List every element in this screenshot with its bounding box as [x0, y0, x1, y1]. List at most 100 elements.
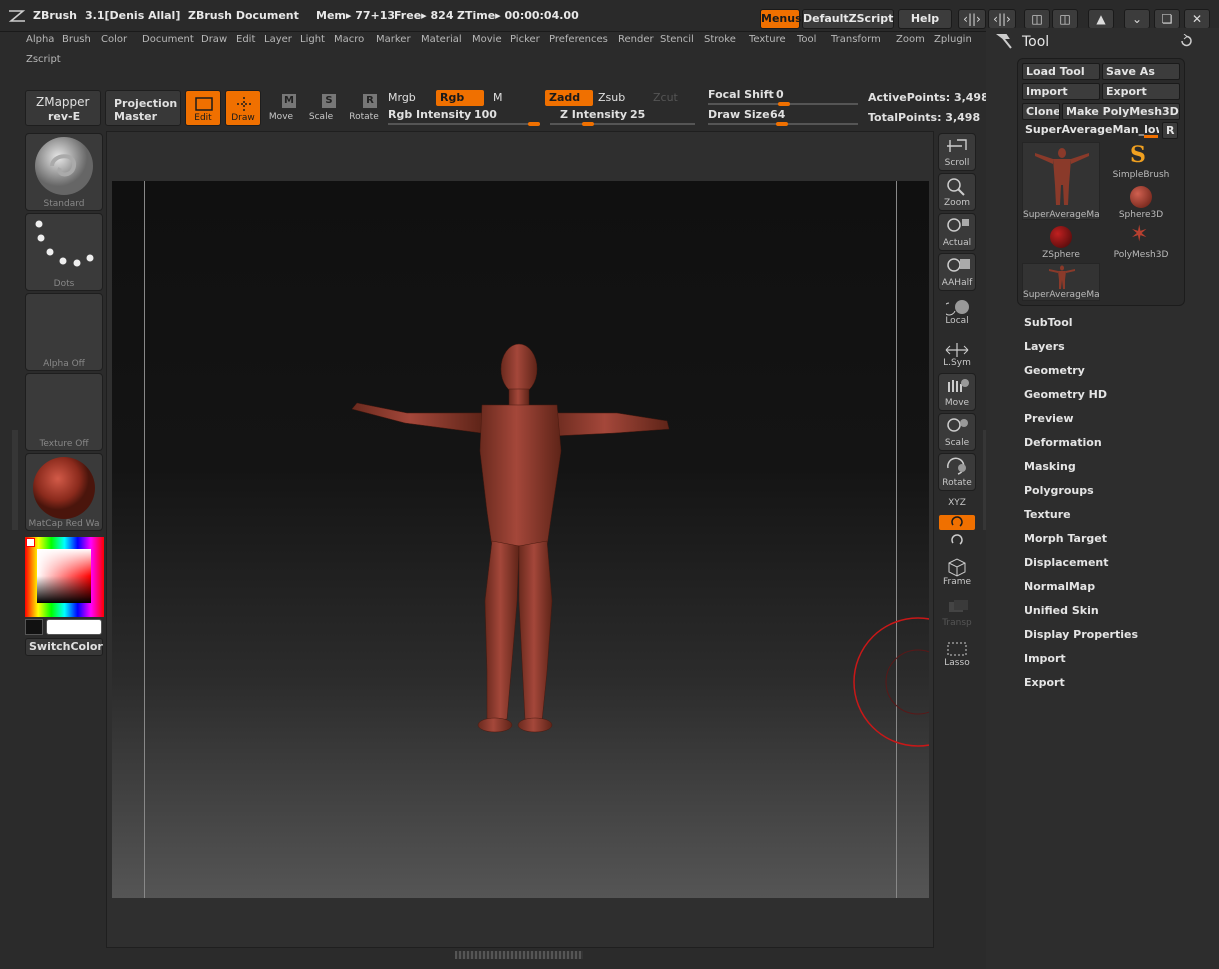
projection-master-button[interactable]: Projection Master	[105, 90, 181, 126]
aahalf-button[interactable]: AAHalf	[938, 253, 976, 291]
texture-selector[interactable]: Texture Off	[25, 373, 103, 451]
m-button[interactable]: M	[493, 91, 503, 104]
y-rotate-button[interactable]	[939, 515, 975, 530]
actual-button[interactable]: Actual	[938, 213, 976, 251]
tool-thumb-sphere3d[interactable]: Sphere3D	[1102, 184, 1180, 222]
tool-thumb-superaverageman-2[interactable]: SuperAverageMa	[1022, 263, 1100, 301]
scale-button[interactable]: S Scale	[306, 92, 338, 126]
menu-document[interactable]: Document	[142, 34, 194, 45]
menu-color[interactable]: Color	[101, 34, 127, 45]
menus-button[interactable]: Menus	[760, 9, 802, 29]
menu-edit[interactable]: Edit	[236, 34, 255, 45]
transp-button[interactable]: Transp	[938, 598, 976, 628]
menu-texture[interactable]: Texture	[749, 34, 786, 45]
scale-view-button[interactable]: Scale	[938, 413, 976, 451]
move-button[interactable]: M Move	[266, 92, 298, 126]
stroke-selector[interactable]: Dots	[25, 213, 103, 291]
draw-button[interactable]: Draw	[225, 90, 261, 126]
section-texture[interactable]: Texture	[1024, 508, 1071, 521]
section-display-properties[interactable]: Display Properties	[1024, 628, 1138, 641]
menu-draw[interactable]: Draw	[201, 34, 227, 45]
section-geometry-hd[interactable]: Geometry HD	[1024, 388, 1107, 401]
section-displacement[interactable]: Displacement	[1024, 556, 1109, 569]
frame-button[interactable]: Frame	[938, 557, 976, 587]
mrgb-button[interactable]: Mrgb	[388, 91, 416, 104]
local-button[interactable]: Local	[938, 298, 976, 328]
zadd-button[interactable]: Zadd	[545, 90, 593, 106]
lock-icon[interactable]: ▲	[1088, 9, 1114, 29]
zoom-button[interactable]: Zoom	[938, 173, 976, 211]
menu-light[interactable]: Light	[300, 34, 325, 45]
zsub-button[interactable]: Zsub	[598, 91, 625, 104]
material-selector[interactable]: MatCap Red Wa	[25, 453, 103, 531]
menu-movie[interactable]: Movie	[472, 34, 502, 45]
canvas[interactable]	[112, 181, 929, 898]
menu-stroke[interactable]: Stroke	[704, 34, 736, 45]
color-picker[interactable]	[25, 537, 104, 617]
human-model[interactable]	[347, 341, 677, 741]
z-rotate-button[interactable]	[939, 533, 975, 548]
menu-marker[interactable]: Marker	[376, 34, 411, 45]
clone-button[interactable]: Clone	[1022, 103, 1060, 120]
lsym-button[interactable]: L.Sym	[938, 340, 976, 370]
brush-selector[interactable]: Standard	[25, 133, 103, 211]
rgb-button[interactable]: Rgb	[436, 90, 484, 106]
restore-icon[interactable]: ❏	[1154, 9, 1180, 29]
menu-preferences[interactable]: Preferences	[549, 34, 608, 45]
alpha-selector[interactable]: Alpha Off	[25, 293, 103, 371]
default-zscript-button[interactable]: DefaultZScript	[802, 9, 894, 29]
current-tool-slider[interactable]: SuperAverageMan_low	[1022, 122, 1160, 138]
menu-material[interactable]: Material	[421, 34, 462, 45]
load-tool-button[interactable]: Load Tool	[1022, 63, 1100, 80]
save-as-button[interactable]: Save As	[1102, 63, 1180, 80]
edit-button[interactable]: Edit	[185, 90, 221, 126]
rotate-view-button[interactable]: Rotate	[938, 453, 976, 491]
tool-thumb-polymesh3d[interactable]: ✶ PolyMesh3D	[1102, 222, 1180, 262]
zmapper-button[interactable]: ZMapper rev-E	[25, 90, 101, 126]
move-view-button[interactable]: Move	[938, 373, 976, 411]
reset-icon[interactable]	[1179, 34, 1193, 48]
shrink-ui-icon[interactable]: ‹||›	[958, 9, 986, 29]
layout2-icon[interactable]: ◫	[1052, 9, 1078, 29]
import-button[interactable]: Import	[1022, 83, 1100, 100]
menu-brush[interactable]: Brush	[62, 34, 91, 45]
scroll-button[interactable]: Scroll	[938, 133, 976, 171]
help-button[interactable]: Help	[898, 9, 952, 29]
menu-macro[interactable]: Macro	[334, 34, 364, 45]
tool-thumb-zsphere[interactable]: ZSphere	[1022, 224, 1100, 262]
section-deformation[interactable]: Deformation	[1024, 436, 1102, 449]
section-subtool[interactable]: SubTool	[1024, 316, 1073, 329]
section-import[interactable]: Import	[1024, 652, 1066, 665]
menu-render[interactable]: Render	[618, 34, 654, 45]
section-layers[interactable]: Layers	[1024, 340, 1065, 353]
section-preview[interactable]: Preview	[1024, 412, 1074, 425]
menu-zplugin[interactable]: Zplugin	[934, 34, 972, 45]
lasso-button[interactable]: Lasso	[938, 640, 976, 670]
minimize-icon[interactable]: ⌄	[1124, 9, 1150, 29]
menu-zoom[interactable]: Zoom	[896, 34, 925, 45]
section-polygroups[interactable]: Polygroups	[1024, 484, 1094, 497]
section-normalmap[interactable]: NormalMap	[1024, 580, 1095, 593]
secondary-color-swatch[interactable]	[25, 619, 43, 635]
xyz-button[interactable]: XYZ	[938, 495, 976, 511]
focal-shift-slider[interactable]: Focal Shift 0	[708, 88, 858, 106]
layout-icon[interactable]: ◫	[1024, 9, 1050, 29]
section-unified-skin[interactable]: Unified Skin	[1024, 604, 1099, 617]
menu-zscript[interactable]: Zscript	[26, 54, 61, 65]
make-polymesh-button[interactable]: Make PolyMesh3D	[1062, 103, 1180, 120]
section-export[interactable]: Export	[1024, 676, 1065, 689]
switch-color-button[interactable]: SwitchColor	[25, 638, 103, 656]
left-shelf-collapse[interactable]	[12, 430, 18, 530]
menu-picker[interactable]: Picker	[510, 34, 540, 45]
tool-thumb-superaverageman[interactable]: SuperAverageMa	[1022, 142, 1100, 220]
menu-stencil[interactable]: Stencil	[660, 34, 694, 45]
menu-tool[interactable]: Tool	[797, 34, 816, 45]
saturation-square[interactable]	[37, 549, 91, 603]
section-morph-target[interactable]: Morph Target	[1024, 532, 1107, 545]
zcut-button[interactable]: Zcut	[653, 91, 678, 104]
rgb-intensity-slider[interactable]: Rgb Intensity 100	[388, 108, 540, 126]
menu-layer[interactable]: Layer	[264, 34, 292, 45]
section-geometry[interactable]: Geometry	[1024, 364, 1085, 377]
menu-alpha[interactable]: Alpha	[26, 34, 54, 45]
export-button[interactable]: Export	[1102, 83, 1180, 100]
